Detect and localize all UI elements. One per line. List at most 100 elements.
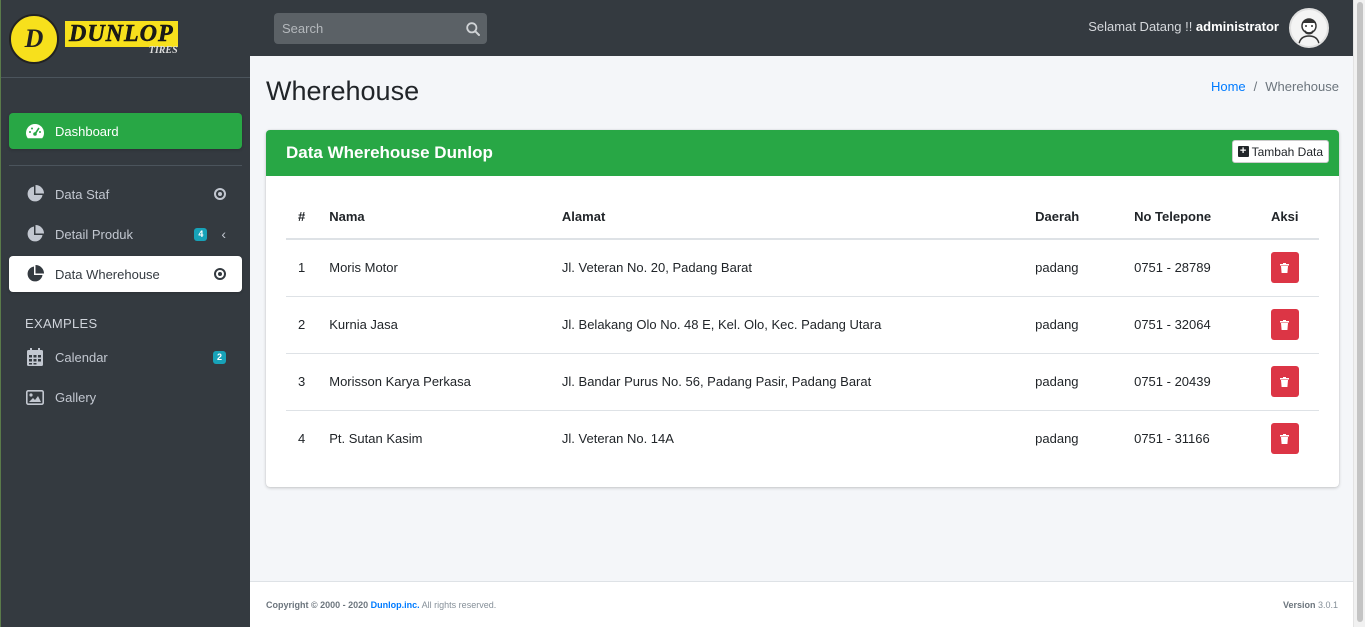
page-title: Wherehouse — [266, 76, 420, 106]
search-input[interactable] — [274, 21, 458, 36]
cell-telepone: 0751 - 20439 — [1122, 353, 1259, 411]
sidebar-item-label: Dashboard — [55, 123, 119, 139]
cell-alamat: Jl. Belakang Olo No. 48 E, Kel. Olo, Kec… — [549, 296, 1024, 354]
pie-chart-icon — [25, 224, 45, 244]
sidebar-item-detail-produk[interactable]: Detail Produk 4 ‹ — [9, 216, 242, 252]
radio-dot-icon — [214, 188, 226, 200]
user-avatar-icon — [1298, 18, 1320, 44]
cell-alamat: Jl. Veteran No. 20, Padang Barat — [549, 239, 1024, 297]
delete-button[interactable] — [1270, 423, 1299, 455]
cell-aksi — [1258, 239, 1319, 297]
table-row: 3 Morisson Karya Perkasa Jl. Bandar Puru… — [286, 353, 1319, 411]
sidebar-item-label: Detail Produk — [55, 226, 134, 242]
username: administrator — [1195, 19, 1279, 34]
top-navbar: Selamat Datang !! administrator — [250, 0, 1353, 56]
trash-icon — [1280, 376, 1290, 387]
cell-telepone: 0751 - 32064 — [1122, 296, 1259, 354]
sidebar-nav: Dashboard Data Staf Detail Produk 4 ‹ Da… — [1, 113, 250, 415]
column-header-aksi: Aksi — [1258, 195, 1319, 240]
table-header-row: # Nama Alamat Daerah No Telepone Aksi — [286, 195, 1319, 240]
cell-aksi — [1258, 296, 1319, 354]
welcome-prefix: Selamat Datang !! — [1088, 19, 1196, 34]
search-box — [274, 13, 487, 44]
cell-nama: Pt. Sutan Kasim — [329, 431, 423, 447]
version-label: Version — [1282, 599, 1316, 610]
search-icon — [465, 21, 480, 36]
breadcrumb: Home / Wherehouse — [1211, 79, 1339, 94]
version-number: 3.0.1 — [1315, 599, 1338, 610]
column-header-telepone: No Telepone — [1122, 195, 1259, 240]
delete-button[interactable] — [1270, 366, 1299, 397]
dunlop-logo-icon: D — [9, 13, 59, 64]
cell-aksi — [1259, 410, 1319, 467]
sidebar-item-gallery[interactable]: Gallery — [9, 379, 242, 415]
column-header-nama: Nama — [317, 195, 550, 240]
cell-telepone: 0751 - 28789 — [1122, 239, 1259, 297]
footer: Copyright © 2000 - 2020 Dunlop.inc. All … — [250, 581, 1353, 627]
cell-alamat: Jl. Veteran No. 14A — [561, 431, 674, 447]
pie-chart-icon — [25, 184, 45, 204]
pie-chart-icon — [25, 264, 45, 284]
trash-icon — [1280, 319, 1290, 330]
cell-alamat: Jl. Bandar Purus No. 56, Padang Pasir, P… — [549, 353, 1024, 411]
divider — [9, 165, 242, 166]
delete-button[interactable] — [1270, 309, 1299, 340]
sidebar-item-label: Data Staf — [55, 186, 110, 202]
count-badge: 4 — [194, 227, 208, 241]
radio-dot-icon — [214, 268, 226, 280]
card-title: Data Wherehouse Dunlop — [286, 143, 493, 162]
company-link[interactable]: Dunlop.inc. — [371, 600, 420, 610]
plus-square-icon: + — [1237, 146, 1249, 157]
column-header-daerah: Daerah — [1023, 195, 1123, 240]
cell-nama: Morisson Karya Perkasa — [317, 353, 550, 411]
warehouse-card: Data Wherehouse Dunlop + Tambah Data # N… — [266, 130, 1339, 487]
cell-daerah: padang — [1023, 353, 1123, 411]
scrollbar-thumb[interactable] — [1357, 2, 1363, 622]
sidebar-item-calendar[interactable]: Calendar 2 — [9, 339, 242, 375]
content-wrapper: Wherehouse Home / Wherehouse Data Wherehou… — [250, 56, 1353, 581]
cell-telepone: 0751 - 31166 — [1134, 431, 1210, 447]
avatar[interactable] — [1289, 8, 1329, 48]
column-header-no: # — [286, 195, 318, 240]
count-badge: 2 — [212, 350, 226, 364]
delete-button[interactable] — [1270, 252, 1299, 284]
welcome-text: Selamat Datang !! administrator — [1088, 19, 1279, 34]
cell-no: 4 — [298, 431, 306, 447]
chevron-left-icon[interactable]: ‹ — [221, 226, 226, 242]
add-data-button[interactable]: + Tambah Data — [1231, 140, 1329, 163]
warehouse-table: # Nama Alamat Daerah No Telepone Aksi 1 … — [286, 195, 1319, 467]
page-scrollbar[interactable] — [1353, 0, 1365, 627]
cell-nama: Moris Motor — [317, 239, 550, 297]
footer-copyright: Copyright © 2000 - 2020 Dunlop.inc. All … — [266, 600, 496, 610]
breadcrumb-current: Wherehouse — [1265, 79, 1339, 94]
sidebar-item-dashboard[interactable]: Dashboard — [9, 113, 242, 149]
calendar-icon — [25, 347, 45, 367]
cell-no: 1 — [286, 239, 318, 297]
tachometer-icon — [25, 121, 45, 141]
rights-text: All rights reserved. — [419, 599, 497, 610]
cell-nama: Kurnia Jasa — [317, 296, 550, 354]
search-button[interactable] — [458, 21, 487, 36]
sidebar-item-label: Calendar — [55, 349, 108, 365]
image-icon — [25, 387, 45, 407]
column-header-alamat: Alamat — [549, 195, 1024, 240]
breadcrumb-home-link[interactable]: Home — [1211, 79, 1246, 94]
cell-no: 3 — [286, 353, 318, 411]
trash-icon — [1280, 262, 1290, 273]
brand-sub: TIRES — [148, 45, 178, 56]
sidebar-item-data-wherehouse[interactable]: Data Wherehouse — [9, 256, 242, 292]
cell-no: 2 — [286, 296, 318, 354]
brand-text: DUNLOP TIRES — [65, 21, 178, 56]
sidebar-item-label: Data Wherehouse — [55, 266, 160, 282]
sidebar-item-label: Gallery — [55, 389, 97, 405]
copyright-text: Copyright © 2000 - 2020 — [266, 599, 371, 610]
cell-daerah: padang — [1023, 296, 1123, 354]
trash-icon — [1280, 433, 1290, 444]
footer-version: Version 3.0.1 — [1283, 600, 1338, 610]
brand-logo-link[interactable]: D DUNLOP TIRES — [1, 0, 250, 78]
sidebar-item-data-staf[interactable]: Data Staf — [9, 176, 242, 212]
table-row: 2 Kurnia Jasa Jl. Belakang Olo No. 48 E,… — [286, 296, 1319, 354]
table-row: 4 Pt. Sutan Kasim Jl. Veteran No. 14A pa… — [286, 410, 1319, 467]
sidebar: D DUNLOP TIRES Dashboard Data Staf Detai… — [0, 0, 250, 627]
card-header: Data Wherehouse Dunlop + Tambah Data — [266, 130, 1339, 176]
